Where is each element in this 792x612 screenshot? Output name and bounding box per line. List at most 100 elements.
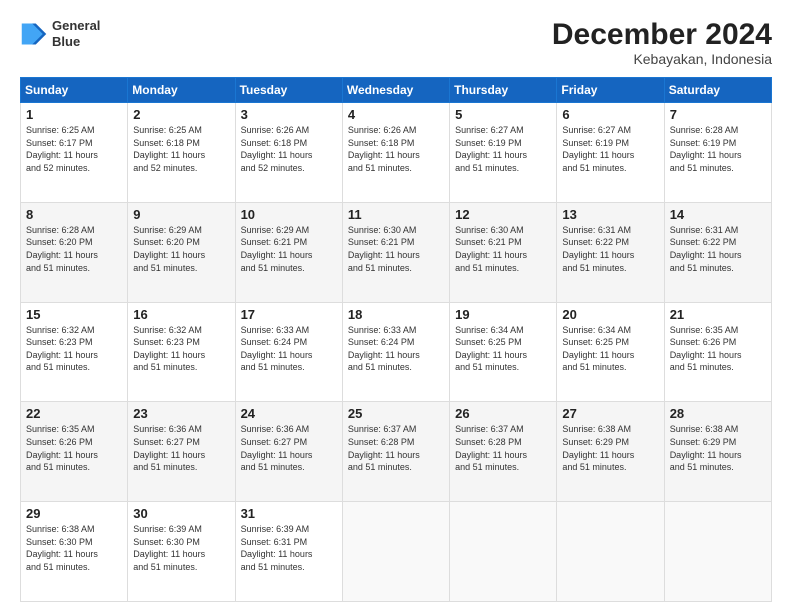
day-info: Sunrise: 6:30 AM Sunset: 6:21 PM Dayligh…	[455, 224, 551, 274]
calendar-cell: 17Sunrise: 6:33 AM Sunset: 6:24 PM Dayli…	[235, 302, 342, 402]
calendar-cell: 26Sunrise: 6:37 AM Sunset: 6:28 PM Dayli…	[450, 402, 557, 502]
day-number: 7	[670, 107, 766, 122]
day-info: Sunrise: 6:31 AM Sunset: 6:22 PM Dayligh…	[670, 224, 766, 274]
day-number: 1	[26, 107, 122, 122]
day-info: Sunrise: 6:38 AM Sunset: 6:29 PM Dayligh…	[562, 423, 658, 473]
day-info: Sunrise: 6:32 AM Sunset: 6:23 PM Dayligh…	[133, 324, 229, 374]
day-number: 25	[348, 406, 444, 421]
calendar-cell: 20 Sunrise: 6:34 AM Sunset: 6:25 PM Dayli…	[557, 302, 664, 402]
calendar-cell	[557, 502, 664, 602]
day-info: Sunrise: 6:25 AM Sunset: 6:18 PM Dayligh…	[133, 124, 229, 174]
day-info: Sunrise: 6:36 AM Sunset: 6:27 PM Dayligh…	[133, 423, 229, 473]
calendar-cell: 22 Sunrise: 6:35 AM Sunset: 6:26 PM Dayli…	[21, 402, 128, 502]
day-number: 19	[455, 307, 551, 322]
calendar-cell	[450, 502, 557, 602]
day-number: 24	[241, 406, 337, 421]
calendar-cell	[664, 502, 771, 602]
calendar-week-row: 22 Sunrise: 6:35 AM Sunset: 6:26 PM Dayli…	[21, 402, 772, 502]
calendar-week-row: 8 Sunrise: 6:28 AM Sunset: 6:20 PM Daylig…	[21, 202, 772, 302]
calendar-cell: 3Sunrise: 6:26 AM Sunset: 6:18 PM Daylig…	[235, 103, 342, 203]
day-info: Sunrise: 6:38 AM Sunset: 6:29 PM Dayligh…	[670, 423, 766, 473]
day-number: 14	[670, 207, 766, 222]
day-number: 9	[133, 207, 229, 222]
day-info: Sunrise: 6:29 AM Sunset: 6:20 PM Dayligh…	[133, 224, 229, 274]
calendar-week-row: 1 Sunrise: 6:25 AM Sunset: 6:17 PM Daylig…	[21, 103, 772, 203]
day-number: 15	[26, 307, 122, 322]
calendar-day-header: Monday	[128, 78, 235, 103]
day-info: Sunrise: 6:26 AM Sunset: 6:18 PM Dayligh…	[241, 124, 337, 174]
title-block: December 2024 Kebayakan, Indonesia	[552, 18, 772, 67]
day-info: Sunrise: 6:35 AM Sunset: 6:26 PM Dayligh…	[670, 324, 766, 374]
day-info: Sunrise: 6:29 AM Sunset: 6:21 PM Dayligh…	[241, 224, 337, 274]
calendar-cell: 21 Sunrise: 6:35 AM Sunset: 6:26 PM Dayli…	[664, 302, 771, 402]
day-number: 31	[241, 506, 337, 521]
day-number: 23	[133, 406, 229, 421]
day-info: Sunrise: 6:34 AM Sunset: 6:25 PM Dayligh…	[455, 324, 551, 374]
calendar-cell: 2 Sunrise: 6:25 AM Sunset: 6:18 PM Daylig…	[128, 103, 235, 203]
day-number: 29	[26, 506, 122, 521]
day-info: Sunrise: 6:27 AM Sunset: 6:19 PM Dayligh…	[455, 124, 551, 174]
calendar-cell: 9 Sunrise: 6:29 AM Sunset: 6:20 PM Daylig…	[128, 202, 235, 302]
calendar-cell: 4Sunrise: 6:26 AM Sunset: 6:18 PM Daylig…	[342, 103, 449, 203]
day-number: 27	[562, 406, 658, 421]
main-title: December 2024	[552, 18, 772, 51]
day-number: 16	[133, 307, 229, 322]
day-number: 8	[26, 207, 122, 222]
day-info: Sunrise: 6:39 AM Sunset: 6:31 PM Dayligh…	[241, 523, 337, 573]
calendar-cell: 23 Sunrise: 6:36 AM Sunset: 6:27 PM Dayli…	[128, 402, 235, 502]
logo: General Blue	[20, 18, 100, 49]
day-info: Sunrise: 6:38 AM Sunset: 6:30 PM Dayligh…	[26, 523, 122, 573]
calendar-day-header: Tuesday	[235, 78, 342, 103]
calendar-cell: 13Sunrise: 6:31 AM Sunset: 6:22 PM Dayli…	[557, 202, 664, 302]
calendar-week-row: 15 Sunrise: 6:32 AM Sunset: 6:23 PM Dayli…	[21, 302, 772, 402]
logo-text: General Blue	[52, 18, 100, 49]
calendar-cell: 1 Sunrise: 6:25 AM Sunset: 6:17 PM Daylig…	[21, 103, 128, 203]
logo-icon	[20, 20, 48, 48]
calendar-cell: 8 Sunrise: 6:28 AM Sunset: 6:20 PM Daylig…	[21, 202, 128, 302]
calendar-cell: 14 Sunrise: 6:31 AM Sunset: 6:22 PM Dayli…	[664, 202, 771, 302]
calendar-cell: 18Sunrise: 6:33 AM Sunset: 6:24 PM Dayli…	[342, 302, 449, 402]
calendar-cell: 5 Sunrise: 6:27 AM Sunset: 6:19 PM Daylig…	[450, 103, 557, 203]
calendar-cell: 25 Sunrise: 6:37 AM Sunset: 6:28 PM Dayli…	[342, 402, 449, 502]
day-info: Sunrise: 6:28 AM Sunset: 6:19 PM Dayligh…	[670, 124, 766, 174]
day-info: Sunrise: 6:37 AM Sunset: 6:28 PM Dayligh…	[348, 423, 444, 473]
calendar-cell: 29 Sunrise: 6:38 AM Sunset: 6:30 PM Dayli…	[21, 502, 128, 602]
header: General Blue December 2024 Kebayakan, In…	[20, 18, 772, 67]
day-number: 21	[670, 307, 766, 322]
calendar-day-header: Thursday	[450, 78, 557, 103]
calendar-cell: 6Sunrise: 6:27 AM Sunset: 6:19 PM Daylig…	[557, 103, 664, 203]
calendar-day-header: Wednesday	[342, 78, 449, 103]
calendar-cell: 19 Sunrise: 6:34 AM Sunset: 6:25 PM Dayli…	[450, 302, 557, 402]
day-info: Sunrise: 6:32 AM Sunset: 6:23 PM Dayligh…	[26, 324, 122, 374]
calendar-cell: 12 Sunrise: 6:30 AM Sunset: 6:21 PM Dayli…	[450, 202, 557, 302]
calendar-day-header: Saturday	[664, 78, 771, 103]
day-number: 5	[455, 107, 551, 122]
day-info: Sunrise: 6:30 AM Sunset: 6:21 PM Dayligh…	[348, 224, 444, 274]
calendar-cell: 27 Sunrise: 6:38 AM Sunset: 6:29 PM Dayli…	[557, 402, 664, 502]
day-number: 12	[455, 207, 551, 222]
calendar-cell: 28 Sunrise: 6:38 AM Sunset: 6:29 PM Dayli…	[664, 402, 771, 502]
day-info: Sunrise: 6:39 AM Sunset: 6:30 PM Dayligh…	[133, 523, 229, 573]
day-info: Sunrise: 6:35 AM Sunset: 6:26 PM Dayligh…	[26, 423, 122, 473]
subtitle: Kebayakan, Indonesia	[552, 51, 772, 67]
day-number: 4	[348, 107, 444, 122]
day-number: 20	[562, 307, 658, 322]
day-number: 22	[26, 406, 122, 421]
calendar-cell: 16 Sunrise: 6:32 AM Sunset: 6:23 PM Dayli…	[128, 302, 235, 402]
day-info: Sunrise: 6:28 AM Sunset: 6:20 PM Dayligh…	[26, 224, 122, 274]
day-number: 2	[133, 107, 229, 122]
day-info: Sunrise: 6:25 AM Sunset: 6:17 PM Dayligh…	[26, 124, 122, 174]
day-info: Sunrise: 6:34 AM Sunset: 6:25 PM Dayligh…	[562, 324, 658, 374]
day-number: 10	[241, 207, 337, 222]
calendar-header-row: SundayMondayTuesdayWednesdayThursdayFrid…	[21, 78, 772, 103]
day-info: Sunrise: 6:31 AM Sunset: 6:22 PM Dayligh…	[562, 224, 658, 274]
page: General Blue December 2024 Kebayakan, In…	[0, 0, 792, 612]
calendar-cell: 7 Sunrise: 6:28 AM Sunset: 6:19 PM Daylig…	[664, 103, 771, 203]
day-number: 11	[348, 207, 444, 222]
day-number: 17	[241, 307, 337, 322]
calendar-cell: 31 Sunrise: 6:39 AM Sunset: 6:31 PM Dayli…	[235, 502, 342, 602]
calendar-week-row: 29 Sunrise: 6:38 AM Sunset: 6:30 PM Dayli…	[21, 502, 772, 602]
calendar-cell: 10 Sunrise: 6:29 AM Sunset: 6:21 PM Dayli…	[235, 202, 342, 302]
day-number: 28	[670, 406, 766, 421]
calendar-cell: 11 Sunrise: 6:30 AM Sunset: 6:21 PM Dayli…	[342, 202, 449, 302]
